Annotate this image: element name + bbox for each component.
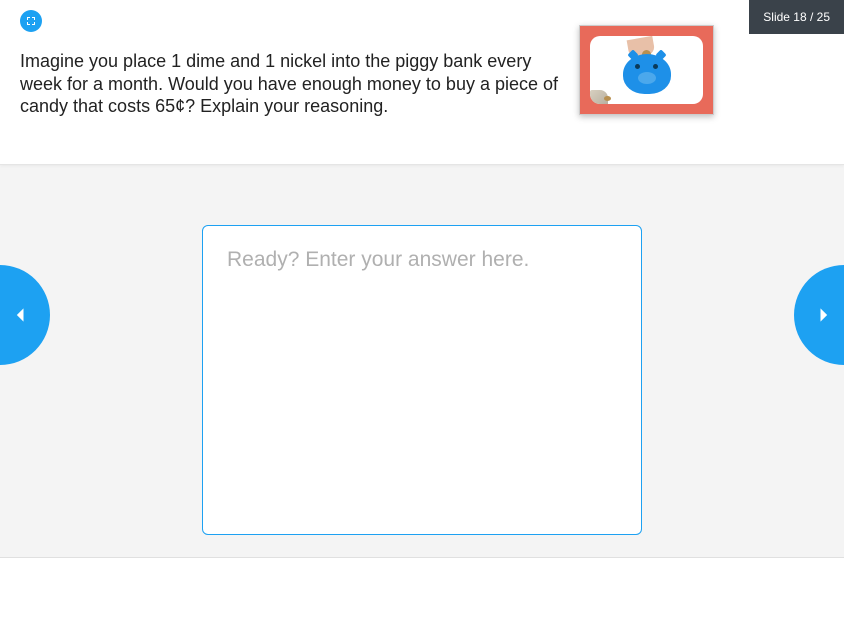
chevron-right-icon: [813, 303, 833, 327]
expand-icon: [25, 15, 37, 27]
fullscreen-icon[interactable]: [20, 10, 42, 32]
question-text: Imagine you place 1 dime and 1 nickel in…: [20, 50, 560, 118]
answer-section: [0, 165, 844, 558]
footer-section: [0, 558, 844, 618]
slide-counter: Slide 18 / 25: [749, 0, 844, 34]
question-header: Imagine you place 1 dime and 1 nickel in…: [0, 0, 844, 165]
question-image[interactable]: [579, 25, 714, 115]
piggy-bank-illustration: [590, 36, 703, 104]
chevron-left-icon: [11, 303, 31, 327]
answer-input[interactable]: [202, 225, 642, 535]
